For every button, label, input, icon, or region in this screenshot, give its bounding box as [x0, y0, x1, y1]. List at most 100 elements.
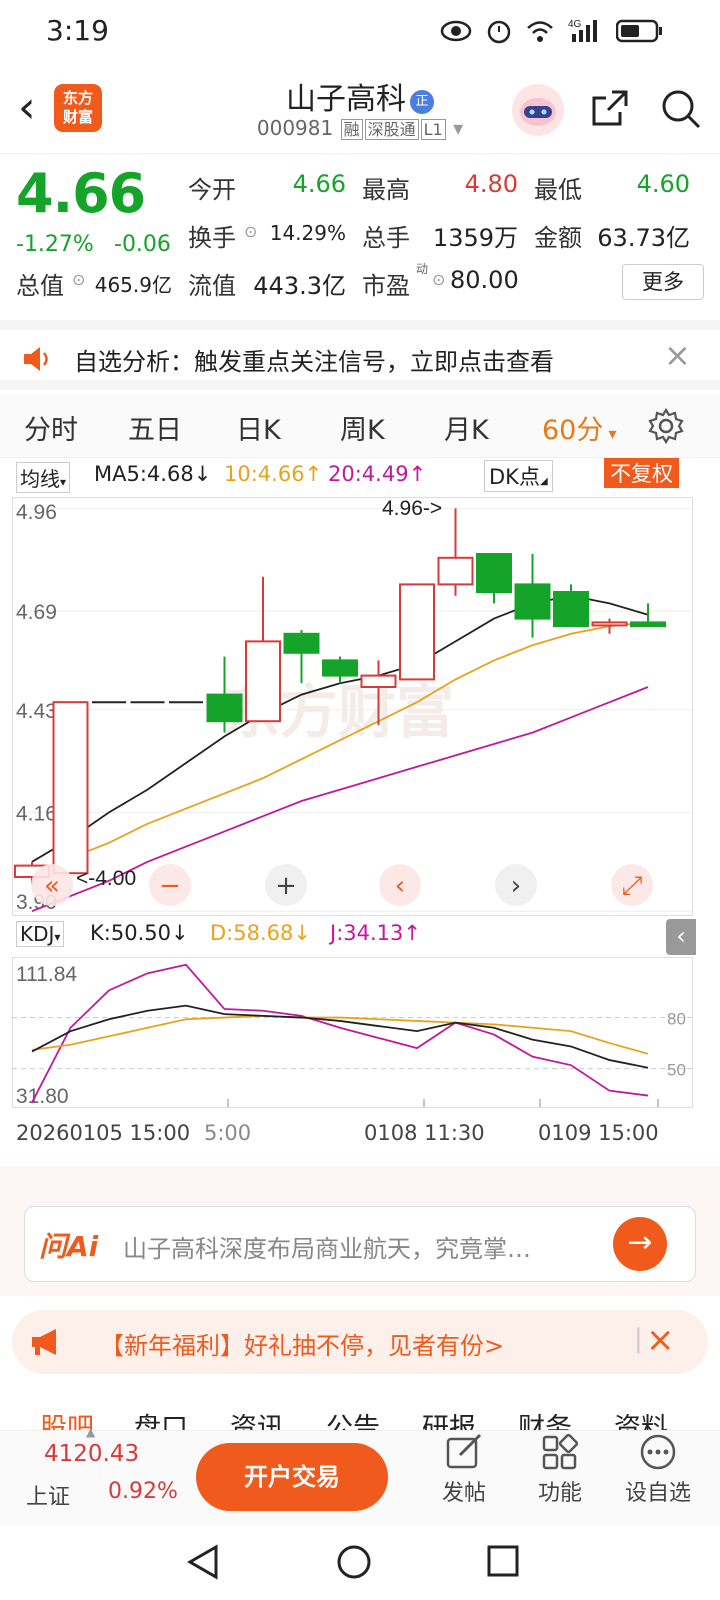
status-time: 3:19: [46, 14, 109, 47]
arrow-right-icon[interactable]: →: [613, 1217, 667, 1271]
kdj-select[interactable]: KDJ▾: [16, 921, 65, 947]
nav-back-icon[interactable]: [186, 1544, 220, 1580]
tab-profile[interactable]: 资料: [614, 1406, 668, 1430]
ma10-value: 10:4.66↑: [224, 462, 323, 486]
caret-down-icon: ▾: [603, 424, 617, 443]
kdj-k: K:50.50↓: [90, 921, 189, 945]
zoom-out-icon[interactable]: −: [149, 864, 191, 906]
close-icon[interactable]: ×: [646, 1320, 675, 1360]
add-watchlist-label: 设自选: [624, 1481, 691, 1506]
indicator-select-label: 均线: [20, 467, 60, 491]
function-button[interactable]: 功能: [532, 1433, 588, 1507]
kdj-select-label: KDJ: [20, 922, 55, 946]
post-button[interactable]: 发帖: [436, 1433, 492, 1507]
signal-notice[interactable]: 自选分析：触发重点关注信号，立即点击查看 ×: [0, 320, 720, 390]
eye-icon: [440, 20, 472, 42]
amount-value: 63.73亿: [597, 224, 690, 252]
kdj-legend: KDJ▾ K:50.50↓ D:58.68↓ J:34.13↑ ‹: [12, 919, 708, 957]
open-account-button[interactable]: 开户交易: [196, 1443, 388, 1511]
info-icon[interactable]: ⊙: [244, 222, 257, 241]
search-icon[interactable]: [660, 88, 702, 130]
float-value: 443.3亿: [253, 272, 346, 300]
x-tick-2: 0108 11:30: [364, 1121, 485, 1145]
tab-announcements[interactable]: 公告: [326, 1406, 380, 1430]
info-icon[interactable]: ⊙: [432, 270, 445, 289]
quote-panel: 4.66 -1.27% -0.06 今开 4.66 最高 4.80 最低 4.6…: [0, 154, 720, 320]
function-label: 功能: [537, 1481, 582, 1506]
candle-body: [630, 621, 666, 628]
tab-research[interactable]: 研报: [422, 1406, 476, 1430]
speaker-icon: [24, 347, 48, 371]
grid-icon: [542, 1433, 579, 1470]
svg-text:4G: 4G: [568, 19, 582, 30]
candle-body: [437, 556, 474, 586]
kdj-d: D:58.68↓: [210, 921, 311, 945]
nav-recents-icon[interactable]: [486, 1544, 520, 1578]
kline-chart[interactable]: 东方财富4.964.694.434.163.904.96-><-4.00« − + ‹…: [12, 497, 708, 917]
settings-gear-icon[interactable]: [648, 408, 684, 444]
kdj-y-min: 31.80: [16, 1085, 69, 1108]
promo-banner[interactable]: 【新年福利】好礼抽不停，见者有份> | ×: [12, 1310, 708, 1374]
tag-level: L1: [420, 119, 446, 140]
fullscreen-icon[interactable]: ⤢: [611, 864, 653, 906]
adjust-button[interactable]: 不复权: [604, 458, 679, 488]
caret-down-icon: ▾: [54, 930, 61, 944]
stock-header: ‹ 东方财富 山子高科正 000981 融深股通 L1 ▾: [0, 64, 720, 154]
ma20-text: 20:4.49: [328, 462, 409, 486]
info-icon[interactable]: ⊙: [72, 270, 85, 289]
last-price: 4.66: [16, 162, 146, 225]
tab-intraday[interactable]: 分时: [24, 408, 78, 447]
high-value: 4.80: [464, 170, 518, 198]
ai-question-text: 山子高科深度布局商业航天，究竟掌…: [123, 1235, 531, 1263]
ma5-value: MA5:4.68↓: [94, 462, 212, 486]
period-tabs: 分时 五日 日K 周K 月K 60分 ▾: [0, 394, 720, 458]
ai-logo: 问Ai: [39, 1230, 99, 1263]
tab-monthly[interactable]: 月K: [444, 408, 489, 447]
tab-weekly[interactable]: 周K: [340, 408, 385, 447]
tab-news[interactable]: 资讯: [230, 1406, 284, 1430]
more-button[interactable]: 更多: [622, 264, 704, 300]
alarm-icon: [487, 20, 511, 44]
status-icons: 4G: [440, 18, 662, 44]
scroll-right-icon[interactable]: ›: [495, 864, 537, 906]
tab-five-day[interactable]: 五日: [128, 408, 182, 447]
system-nav-bar: [0, 1526, 720, 1600]
nav-button-glyph: ›: [511, 871, 521, 901]
kdj-chart[interactable]: 80 50 111.84 31.80: [12, 957, 708, 1109]
volume-value: 1359万: [432, 224, 518, 252]
nav-home-icon[interactable]: [336, 1544, 372, 1580]
y-tick-label: 4.69: [16, 601, 57, 624]
ai-robot-icon[interactable]: [512, 84, 564, 136]
dk-point-button[interactable]: DK点◢: [484, 460, 553, 492]
candle-body: [476, 553, 512, 593]
y-tick-label: 4.43: [16, 700, 57, 723]
close-icon[interactable]: ×: [664, 336, 691, 374]
scroll-left-fast-icon[interactable]: «: [31, 864, 73, 906]
tab-daily[interactable]: 日K: [236, 408, 281, 447]
scroll-left-icon[interactable]: ‹: [379, 864, 421, 906]
candle-body: [245, 640, 281, 723]
nav-button-glyph: ⤢: [622, 871, 643, 901]
index-value[interactable]: 4120.43: [44, 1441, 139, 1467]
open-label: 今开: [188, 176, 236, 204]
zoom-in-icon[interactable]: +: [265, 864, 307, 906]
caret-down-icon: ▾: [60, 475, 67, 489]
x-tick-0: 20260105 15:00: [16, 1121, 191, 1145]
ma10-text: 10:4.66: [224, 462, 305, 486]
tab-60min[interactable]: 60分 ▾: [542, 408, 616, 447]
add-watchlist-button[interactable]: 设自选: [622, 1433, 694, 1507]
chart-area[interactable]: 东方财富 4.96 4.69 4.43 4.16 3.90 4.96-> <-4.00 «− + ‹…: [12, 497, 708, 1197]
kdj-right-tick: 50: [667, 1061, 686, 1080]
share-icon[interactable]: [590, 88, 630, 128]
low-label: 最低: [534, 176, 582, 204]
tab-orderbook[interactable]: 盘口: [134, 1406, 188, 1430]
index-name: 上证: [26, 1485, 71, 1510]
candle-body: [514, 583, 551, 620]
company-badge: 正: [410, 90, 434, 114]
tab-finance[interactable]: 财务: [518, 1406, 572, 1430]
candle-body: [399, 583, 435, 681]
stock-code: 000981: [256, 116, 334, 140]
indicator-select[interactable]: 均线▾: [16, 462, 71, 493]
collapse-panel-icon[interactable]: ‹: [666, 919, 696, 955]
ai-question-box[interactable]: 问Ai 山子高科深度布局商业航天，究竟掌… →: [24, 1206, 696, 1282]
